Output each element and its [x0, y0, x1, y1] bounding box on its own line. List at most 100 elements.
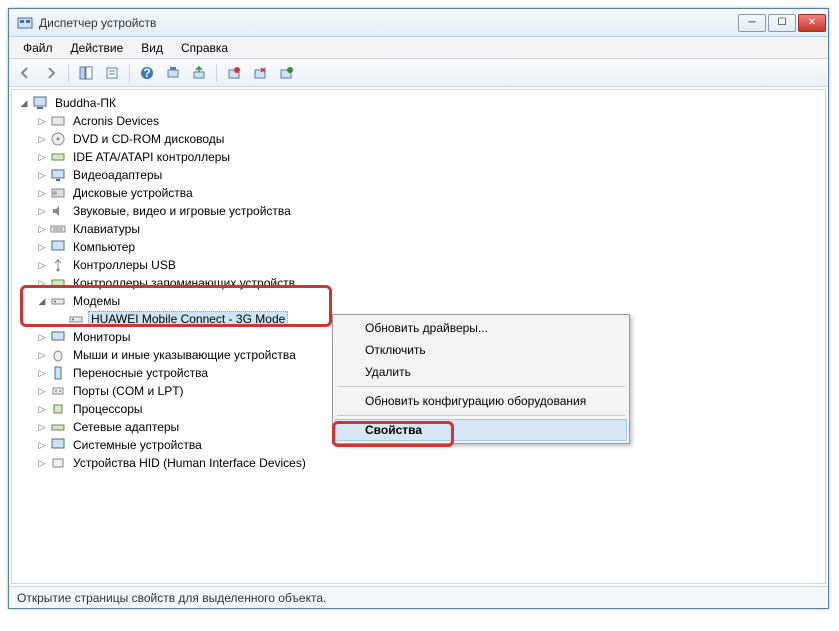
ctx-properties[interactable]: Свойства	[335, 419, 627, 441]
expand-icon[interactable]: ▷	[36, 403, 48, 415]
hid-icon	[50, 455, 66, 471]
expand-icon[interactable]: ▷	[36, 169, 48, 181]
expand-icon[interactable]: ▷	[36, 277, 48, 289]
tree-item-storage-controllers[interactable]: ▷ Контроллеры запоминающих устройств	[36, 274, 819, 292]
monitor-icon	[50, 329, 66, 345]
maximize-button[interactable]: ☐	[768, 14, 796, 32]
show-hide-tree-button[interactable]	[74, 62, 98, 84]
minimize-button[interactable]: ─	[738, 14, 766, 32]
leaf-spacer	[54, 313, 66, 325]
tree-item-keyboards[interactable]: ▷ Клавиатуры	[36, 220, 819, 238]
display-icon	[50, 167, 66, 183]
tree-label: Мыши и иные указывающие устройства	[70, 347, 299, 363]
device-icon	[50, 113, 66, 129]
uninstall-toolbar-button[interactable]	[222, 62, 246, 84]
close-button[interactable]: ✕	[798, 14, 826, 32]
collapse-icon[interactable]: ◢	[36, 295, 48, 307]
nav-back-button[interactable]	[13, 62, 37, 84]
expand-icon[interactable]: ▷	[36, 241, 48, 253]
content-area: ◢ Buddha-ПК ▷Acronis Devices ▷ DVD и CD-R…	[9, 87, 828, 586]
nav-forward-button[interactable]	[39, 62, 63, 84]
expand-icon[interactable]: ▷	[36, 187, 48, 199]
statusbar: Открытие страницы свойств для выделенног…	[9, 586, 828, 608]
tree-label: Переносные устройства	[70, 365, 211, 381]
expand-icon[interactable]: ▷	[36, 151, 48, 163]
ctx-separator	[337, 415, 625, 416]
toolbar-separator	[68, 64, 69, 82]
speaker-icon	[50, 203, 66, 219]
toolbar: ?	[9, 59, 828, 87]
device-tree[interactable]: ◢ Buddha-ПК ▷Acronis Devices ▷ DVD и CD-R…	[11, 89, 826, 584]
disable-toolbar-button[interactable]	[248, 62, 272, 84]
tree-item-dvd[interactable]: ▷ DVD и CD-ROM дисководы	[36, 130, 819, 148]
mouse-icon	[50, 347, 66, 363]
expand-icon[interactable]: ▷	[36, 421, 48, 433]
tree-label: IDE ATA/ATAPI контроллеры	[70, 149, 233, 165]
expand-icon[interactable]: ▷	[36, 115, 48, 127]
collapse-icon[interactable]: ◢	[18, 97, 30, 109]
disc-icon	[50, 131, 66, 147]
tree-label: Клавиатуры	[70, 221, 143, 237]
expand-icon[interactable]: ▷	[36, 367, 48, 379]
tree-label: Мониторы	[70, 329, 133, 345]
ctx-disable[interactable]: Отключить	[335, 339, 627, 361]
menu-help[interactable]: Справка	[173, 39, 236, 57]
ctx-update-drivers[interactable]: Обновить драйверы...	[335, 317, 627, 339]
expand-icon[interactable]: ▷	[36, 457, 48, 469]
tree-label: Видеоадаптеры	[70, 167, 165, 183]
network-icon	[50, 419, 66, 435]
expand-icon[interactable]: ▷	[36, 259, 48, 271]
ctx-scan-hardware[interactable]: Обновить конфигурацию оборудования	[335, 390, 627, 412]
help-toolbar-button[interactable]: ?	[135, 62, 159, 84]
tree-item-disk[interactable]: ▷ Дисковые устройства	[36, 184, 819, 202]
properties-toolbar-button[interactable]	[100, 62, 124, 84]
tree-label: Контроллеры запоминающих устройств	[70, 275, 298, 291]
cpu-icon	[50, 401, 66, 417]
tree-root[interactable]: ◢ Buddha-ПК	[18, 94, 819, 112]
enable-toolbar-button[interactable]	[274, 62, 298, 84]
scan-hardware-button[interactable]	[161, 62, 185, 84]
expand-icon[interactable]: ▷	[36, 205, 48, 217]
menu-file[interactable]: Файл	[15, 39, 61, 57]
menu-view[interactable]: Вид	[133, 39, 171, 57]
ctx-delete[interactable]: Удалить	[335, 361, 627, 383]
expand-icon[interactable]: ▷	[36, 223, 48, 235]
tree-item-acronis[interactable]: ▷Acronis Devices	[36, 112, 819, 130]
keyboard-icon	[50, 221, 66, 237]
hdd-icon	[50, 185, 66, 201]
device-manager-window: Диспетчер устройств ─ ☐ ✕ Файл Действие …	[8, 8, 829, 609]
expand-icon[interactable]: ▷	[36, 385, 48, 397]
menu-action[interactable]: Действие	[63, 39, 132, 57]
expand-icon[interactable]: ▷	[36, 331, 48, 343]
tree-item-video[interactable]: ▷ Видеоадаптеры	[36, 166, 819, 184]
tree-label: Устройства HID (Human Interface Devices)	[70, 455, 309, 471]
modem-icon	[50, 293, 66, 309]
tree-item-hid[interactable]: ▷ Устройства HID (Human Interface Devices…	[36, 454, 819, 472]
expand-icon[interactable]: ▷	[36, 349, 48, 361]
expand-icon[interactable]: ▷	[36, 439, 48, 451]
toolbar-separator	[216, 64, 217, 82]
svg-text:?: ?	[143, 66, 150, 80]
tree-item-computer[interactable]: ▷ Компьютер	[36, 238, 819, 256]
tree-item-usb[interactable]: ▷ Контроллеры USB	[36, 256, 819, 274]
window-title: Диспетчер устройств	[39, 16, 738, 30]
tree-label: Компьютер	[70, 239, 138, 255]
tree-item-sound[interactable]: ▷Звуковые, видео и игровые устройства	[36, 202, 819, 220]
tree-label: Контроллеры USB	[70, 257, 179, 273]
tree-item-modems[interactable]: ◢ Модемы	[36, 292, 819, 310]
titlebar: Диспетчер устройств ─ ☐ ✕	[9, 9, 828, 37]
update-driver-toolbar-button[interactable]	[187, 62, 211, 84]
ctx-separator	[337, 386, 625, 387]
tree-label: Дисковые устройства	[70, 185, 196, 201]
tree-label: DVD и CD-ROM дисководы	[70, 131, 227, 147]
controller-icon	[50, 149, 66, 165]
tree-label: Сетевые адаптеры	[70, 419, 182, 435]
modem-icon	[68, 311, 84, 327]
pc-icon	[50, 239, 66, 255]
system-icon	[50, 437, 66, 453]
expand-icon[interactable]: ▷	[36, 133, 48, 145]
tree-item-ide[interactable]: ▷ IDE ATA/ATAPI контроллеры	[36, 148, 819, 166]
context-menu: Обновить драйверы... Отключить Удалить О…	[332, 314, 630, 444]
tree-label: Модемы	[70, 293, 123, 309]
portable-icon	[50, 365, 66, 381]
